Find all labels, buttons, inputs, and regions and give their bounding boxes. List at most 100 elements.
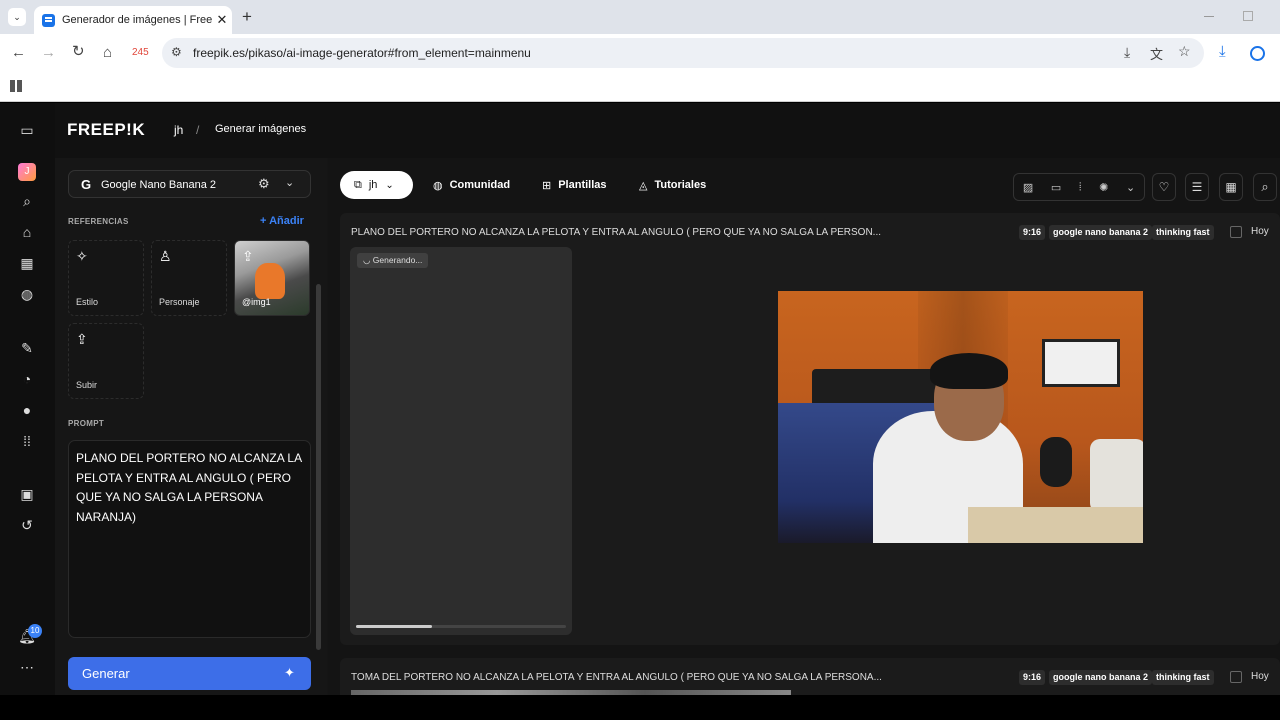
select-checkbox[interactable] [1230,671,1242,683]
model-tag: google nano banana 2 [1049,670,1153,685]
progress-fill [356,625,432,628]
generate-button[interactable]: Generar ✦ [68,657,311,690]
extension-badge[interactable]: 245 [132,47,149,58]
mode-tag: thinking fast [1152,670,1214,685]
workspace-name[interactable]: jh [174,123,183,137]
filters-button[interactable]: ☰ [1185,173,1209,201]
model-selector[interactable]: G Google Nano Banana 2 ⚙ ⌄ [68,170,311,198]
more-icon[interactable]: ⋯ [18,658,36,676]
tab-tutoriales[interactable]: ◬ Tutoriales [639,171,706,199]
reference-label: Estilo [76,297,99,307]
model-settings-icon[interactable]: ⚙ [258,176,270,192]
upload-reference-card[interactable]: ⇪ Subir [68,323,144,399]
profile-avatar[interactable] [1250,46,1265,61]
workspace-pill[interactable]: ⧉ jh ⌄ [340,171,413,199]
edit-image-icon[interactable]: ✎ [18,339,36,357]
grid-view-button[interactable]: ▦ [1219,173,1243,201]
generation-date: Hoy [1251,226,1269,237]
globe-icon: ◍ [433,179,443,192]
bookmarks-bar [0,72,1280,102]
minimize-icon[interactable] [1204,16,1214,17]
reload-icon[interactable]: ↻ [72,44,85,59]
install-icon[interactable]: ⤓ [1124,44,1130,61]
reference-image-card[interactable]: ⇪ @img1 [234,240,310,316]
restore-icon[interactable] [1243,11,1253,21]
reference-label: Subir [76,380,98,390]
image-strip-preview [351,690,791,695]
generation-prompt[interactable]: TOMA DEL PORTERO NO ALCANZA LA PELOTA Y … [351,672,882,683]
apps-icon[interactable]: ▦ [18,254,36,272]
style-star-icon: ✧ [76,248,88,264]
tab-title: Generador de imágenes | Freepik [62,14,212,26]
model-tag: google nano banana 2 [1049,225,1153,240]
generation-date: Hoy [1251,671,1269,682]
goalkeeper-thumbnail [255,263,285,299]
tab-close-icon[interactable]: ✕ [212,12,232,28]
microphone-icon[interactable]: ● [18,401,36,419]
panel-scrollbar[interactable] [316,284,321,650]
user-avatar[interactable]: J [18,163,36,181]
globe-icon[interactable]: ◍ [18,285,36,303]
search-icon[interactable]: ⌕ [18,192,36,210]
home-icon[interactable]: ⌂ [103,45,112,60]
chevron-down-icon[interactable]: ⌄ [1126,181,1135,194]
references-heading: REFERENCIAS [68,217,129,226]
reference-label: @img1 [242,297,271,307]
translate-icon[interactable]: 文 [1150,44,1163,63]
prompt-text[interactable]: PLANO DEL PORTERO NO ALCANZA LA PELOTA Y… [76,449,303,527]
tab-plantillas[interactable]: ⊞ Plantillas [542,171,607,199]
downloads-icon[interactable]: ⤓ [1219,44,1226,59]
voice-icon[interactable]: ◔ [18,370,36,388]
audio-filter-icon[interactable]: ⦙ [1079,181,1081,194]
ratio-tag: 9:16 [1019,225,1046,240]
model-name: Google Nano Banana 2 [101,179,216,191]
bookmark-star-icon[interactable]: ☆ [1178,43,1191,60]
browser-tab-bar: ⌄ Generador de imágenes | Freepik ✕ + [0,0,1280,34]
status-text: Generando... [372,255,423,265]
browser-tab[interactable]: Generador de imágenes | Freepik ✕ [34,6,232,34]
sparkle-icon: ✦ [284,665,295,680]
tab-comunidad[interactable]: ◍ Comunidad [433,171,510,199]
page-title: Generar imágenes [215,123,307,135]
spinner-icon: ◡ [363,255,373,265]
prompt-textarea[interactable]: PLANO DEL PORTERO NO ALCANZA LA PELOTA Y… [68,440,311,638]
gallery-icon[interactable]: ▣ [18,485,36,503]
freepik-app: ▭ J ⌕ ⌂ ▦ ◍ ✎ ◔ ● ⁞⁞ ▣ ↺ 🔔︎ 10 ⋯ FREEP!K… [0,103,1280,695]
select-checkbox[interactable] [1230,226,1242,238]
apps-grid-icon[interactable] [10,80,22,92]
back-icon[interactable]: ← [11,45,26,60]
new-tab-button[interactable]: + [242,7,252,27]
desk [968,507,1143,543]
video-filter-icon[interactable]: ▭ [1051,181,1061,194]
freepik-favicon-icon [42,13,55,27]
media-filter-group: ▨ ▭ ⦙ ✺ ⌄ [1013,173,1145,201]
generation-prompt[interactable]: PLANO DEL PORTERO NO ALCANZA LA PELOTA Y… [351,227,881,238]
search-button[interactable]: ⌕ [1253,173,1277,201]
tutoriales-label: Tutoriales [654,179,707,191]
site-settings-icon[interactable]: ⚙ [171,45,182,59]
browser-toolbar: ← → ↻ ⌂ 245 ⚙ freepik.es/pikaso/ai-image… [0,34,1280,72]
3d-filter-icon[interactable]: ✺ [1099,181,1108,194]
favorites-button[interactable]: ♡ [1152,173,1176,201]
generation-group: TOMA DEL PORTERO NO ALCANZA LA PELOTA Y … [340,658,1280,695]
toggle-sidebar-icon[interactable]: ▭ [18,121,36,139]
image-filter-icon[interactable]: ▨ [1023,181,1033,194]
generation-settings-panel: G Google Nano Banana 2 ⚙ ⌄ REFERENCIAS +… [55,158,327,695]
poster-frame [1042,339,1120,387]
notifications-badge: 10 [28,624,42,638]
address-bar[interactable]: ⚙ freepik.es/pikaso/ai-image-generator#f… [162,38,1204,68]
freepik-logo[interactable]: FREEP!K [67,120,145,140]
add-reference-button[interactable]: + Añadir [260,215,304,227]
reference-style-card[interactable]: ✧ Estilo [68,240,144,316]
status-badge: ◡ Generando... [357,253,429,268]
person-icon: ♙ [159,248,172,264]
home-icon[interactable]: ⌂ [18,223,36,241]
forward-icon[interactable]: → [41,45,56,60]
history-icon[interactable]: ↺ [18,516,36,534]
tab-list-button[interactable]: ⌄ [8,8,26,26]
chevron-down-icon[interactable]: ⌄ [285,176,294,189]
reference-character-card[interactable]: ♙ Personaje [151,240,227,316]
url-text[interactable]: freepik.es/pikaso/ai-image-generator#fro… [193,46,531,60]
grid-tools-icon[interactable]: ⁞⁞ [18,432,36,450]
ratio-tag: 9:16 [1019,670,1046,685]
